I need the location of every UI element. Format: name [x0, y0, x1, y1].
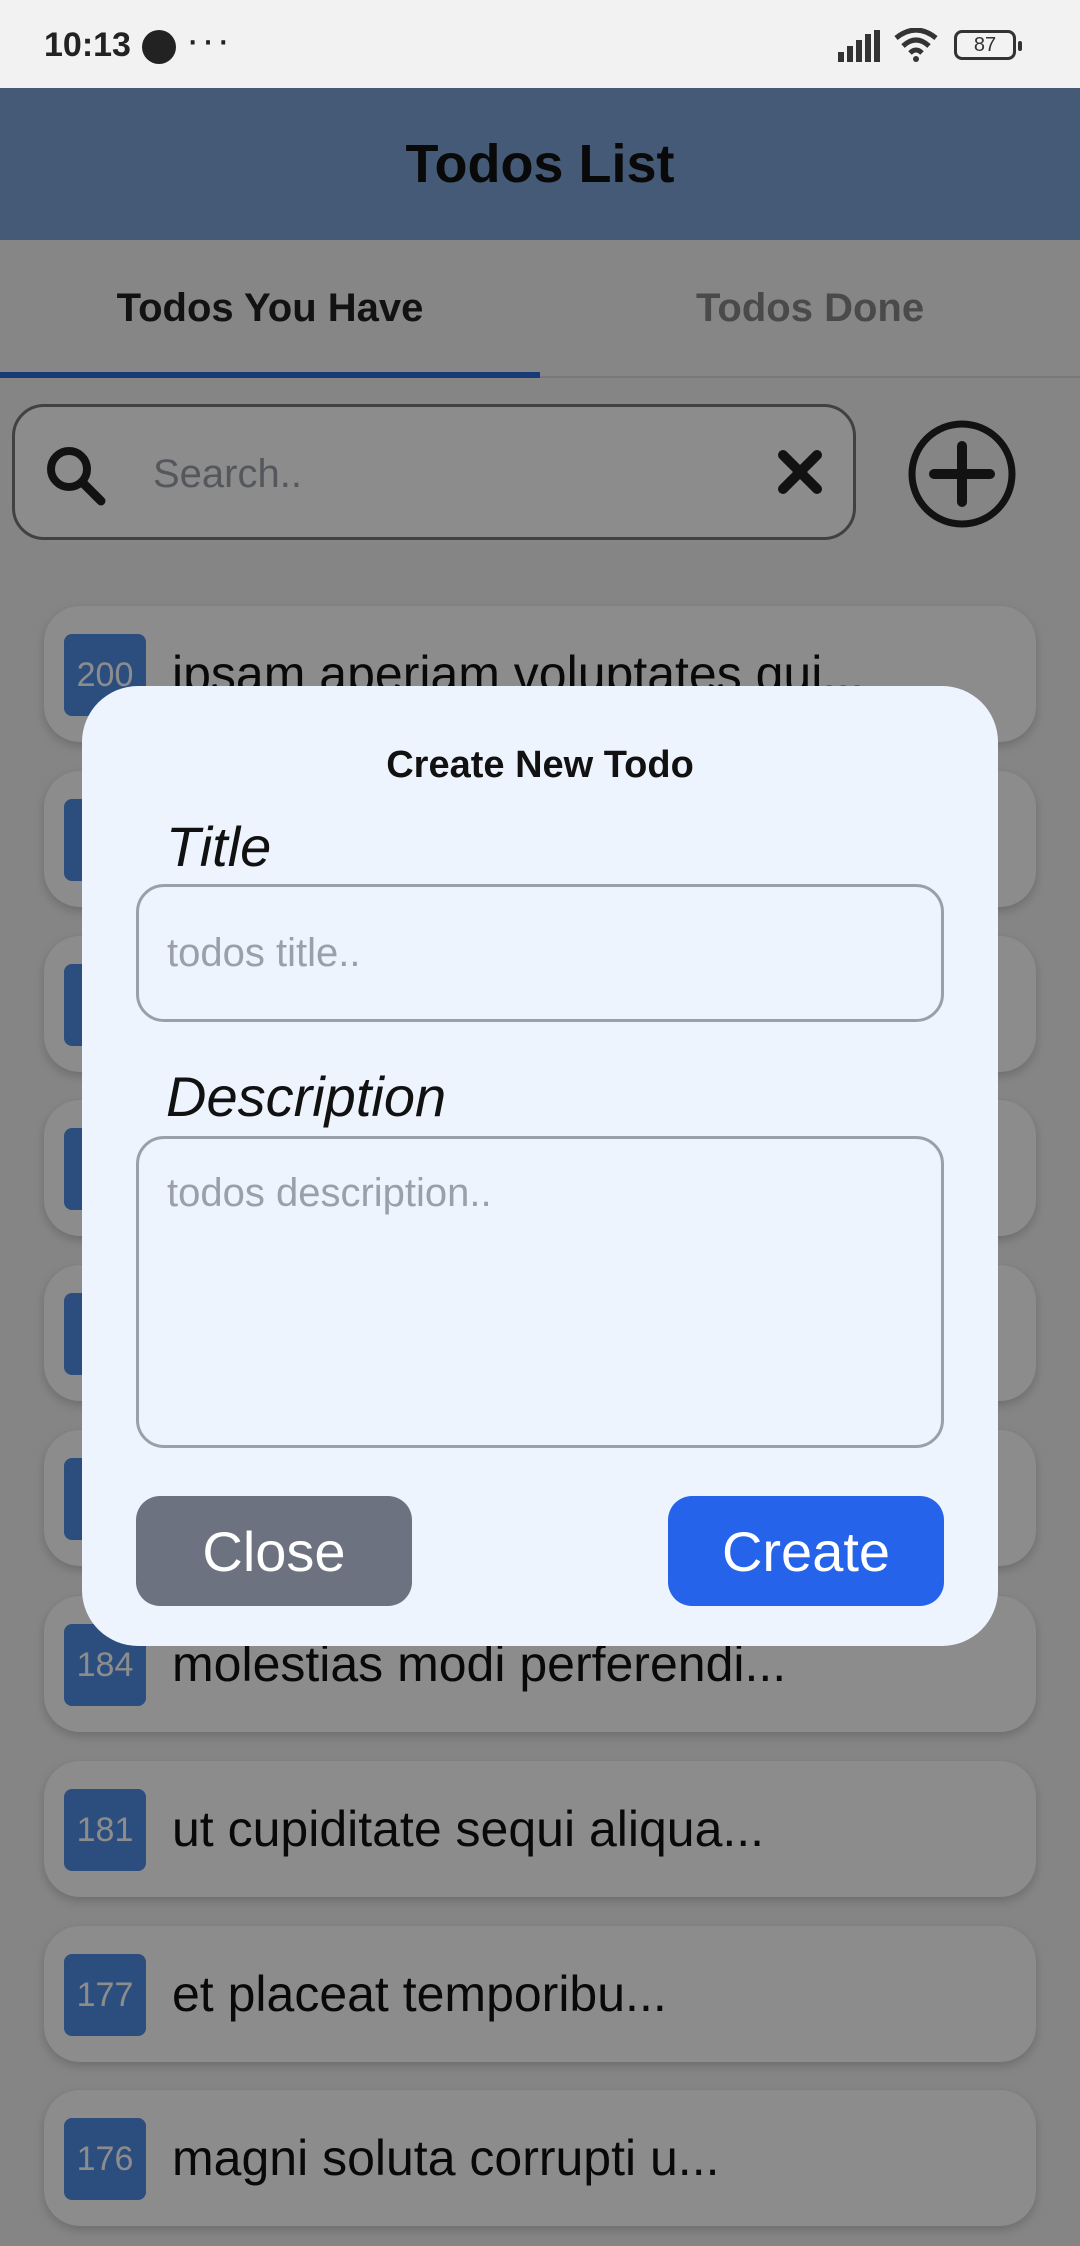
description-input[interactable]	[136, 1136, 944, 1448]
status-bar: 10:13 ··· 87	[0, 0, 1080, 88]
signal-icon	[838, 30, 880, 62]
close-button[interactable]: Close	[136, 1496, 412, 1606]
title-input[interactable]	[136, 884, 944, 1022]
create-button[interactable]: Create	[668, 1496, 944, 1606]
dialog-title: Create New Todo	[386, 744, 694, 786]
status-time: 10:13	[44, 26, 131, 64]
description-label: Description	[166, 1065, 447, 1128]
more-notifications-icon: ···	[186, 18, 232, 62]
title-label: Title	[166, 815, 272, 878]
wifi-icon	[894, 28, 938, 62]
create-todo-dialog: Create New Todo Title Description Close …	[82, 686, 998, 1646]
app-notification-icon	[142, 30, 176, 64]
battery-icon: 87	[954, 30, 1022, 60]
